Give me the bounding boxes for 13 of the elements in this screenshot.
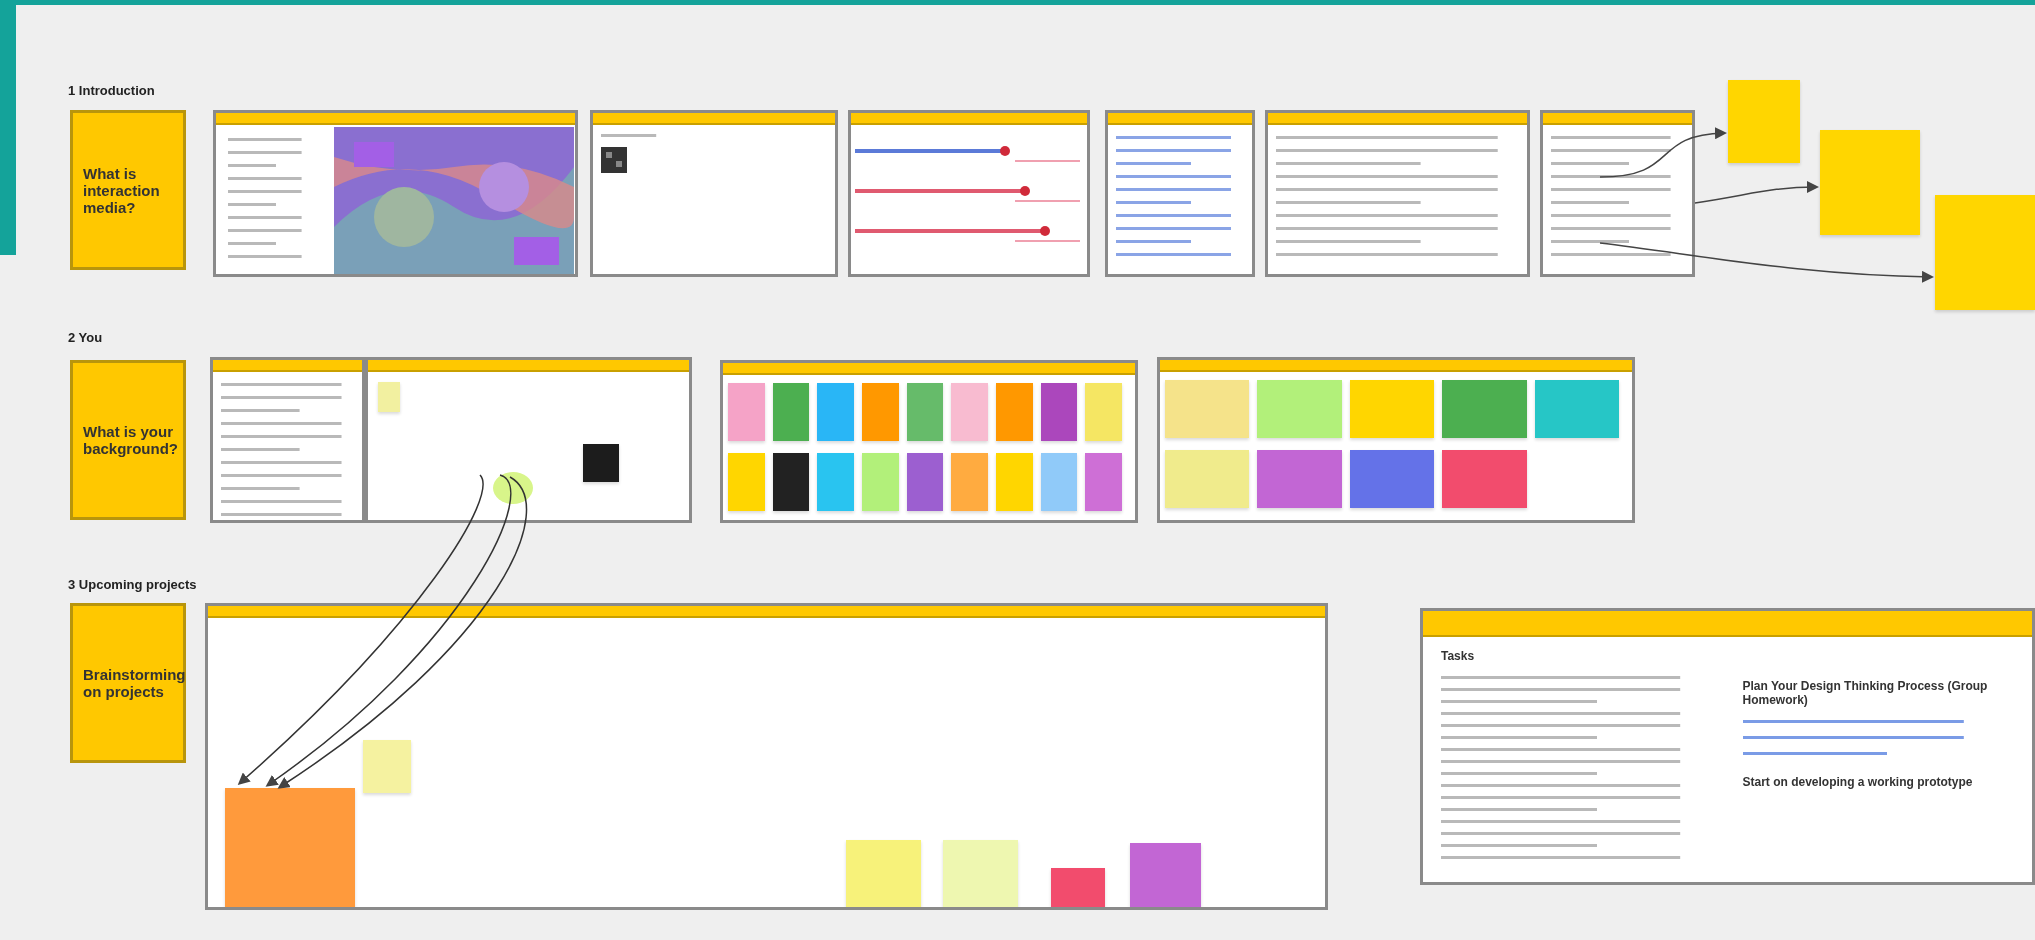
- prompt-card: Brainstorming on projects: [70, 603, 186, 763]
- tasks-heading: Tasks: [1441, 649, 1476, 663]
- homework-title: Plan Your Design Thinking Process (Group Homework): [1742, 679, 1989, 707]
- next-step-text: Start on developing a working prototype: [1742, 775, 1974, 789]
- sticky-note: [378, 382, 400, 412]
- prompt-card: What is interaction media?: [70, 110, 186, 270]
- dark-sticky-note: [583, 444, 619, 482]
- section-title: 2 You: [68, 330, 103, 345]
- section-title: 1 Introduction: [68, 83, 155, 98]
- qr-code-icon: [601, 147, 627, 173]
- section-title: 3 Upcoming projects: [68, 577, 197, 592]
- prompt-card: What is your background?: [70, 360, 186, 520]
- glow-blob-icon: [493, 472, 533, 504]
